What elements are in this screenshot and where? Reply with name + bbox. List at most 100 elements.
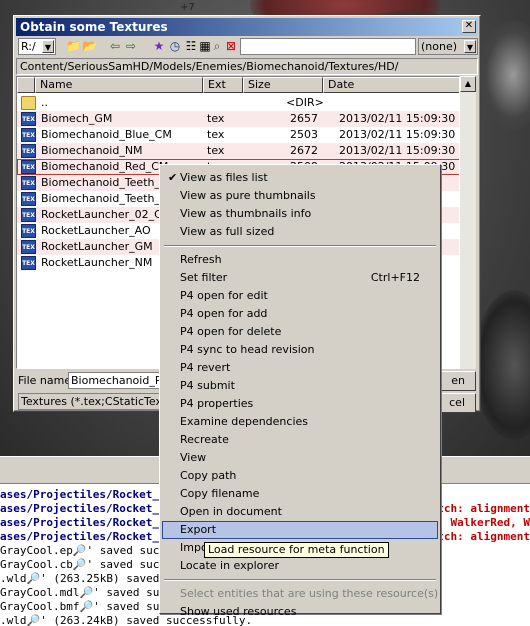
- file-name: ..: [41, 96, 48, 109]
- column-header-size[interactable]: Size: [243, 77, 323, 93]
- log-warning: atch: alignment: [430, 530, 530, 543]
- new-folder-icon[interactable]: 📂: [82, 39, 97, 53]
- menu-item-p4-open-for-edit[interactable]: P4 open for edit: [162, 287, 438, 305]
- menu-item-view-2[interactable]: View as thumbnails info: [162, 205, 438, 223]
- menu-item-refresh[interactable]: Refresh: [162, 251, 438, 269]
- viewport-coordinate: +7: [180, 2, 195, 13]
- chevron-down-icon: ▼: [464, 40, 476, 53]
- dialog-title: Obtain some Textures: [20, 20, 168, 34]
- dir-tag: <DIR>: [286, 96, 324, 109]
- log-line: ases/Projectiles/Rocket_Bio: [0, 530, 179, 543]
- file-row[interactable]: TEX Biomech_GM tex 2657 2013/02/11 15:09:30: [17, 111, 459, 127]
- path-breadcrumb[interactable]: Content/SeriousSamHD/Models/Enemies/Biom…: [16, 58, 478, 75]
- column-header-icon[interactable]: [17, 77, 35, 93]
- menu-item-label: P4 submit: [180, 379, 235, 392]
- texture-file-icon: TEX: [21, 208, 36, 222]
- menu-item-label: P4 revert: [180, 361, 231, 374]
- column-header-date[interactable]: Date: [323, 77, 459, 93]
- menu-item-label: Show used resources: [180, 605, 297, 618]
- scroll-up-arrow-icon[interactable]: ▲: [460, 76, 476, 92]
- menu-item-p4-revert[interactable]: P4 revert: [162, 359, 438, 377]
- log-line: ases/Projectiles/Rocket_Bio: [0, 488, 179, 501]
- menu-item-view-3[interactable]: View as full sized: [162, 223, 438, 241]
- file-date: 2013/02/11 15:09:30: [339, 128, 456, 141]
- menu-item-label: Open in document: [180, 505, 282, 518]
- menu-item-p4-submit[interactable]: P4 submit: [162, 377, 438, 395]
- menu-item-label: P4 properties: [180, 397, 254, 410]
- column-header-ext[interactable]: Ext: [203, 77, 243, 93]
- menu-item-label: View as full sized: [180, 225, 275, 238]
- log-line: ases/Projectiles/Rocket_Bio: [0, 516, 179, 529]
- texture-file-icon: TEX: [21, 144, 36, 158]
- file-name: RocketLauncher_GM: [41, 240, 153, 253]
- menu-item-copy-path[interactable]: Copy path: [162, 467, 438, 485]
- menu-item-view-0[interactable]: ✔ View as files list: [162, 169, 438, 187]
- column-header-name[interactable]: Name: [35, 77, 203, 93]
- favorite-star-icon[interactable]: ★: [152, 39, 166, 53]
- file-name: Biomech_GM: [41, 112, 113, 125]
- menu-item-label: Export: [180, 523, 217, 536]
- texture-file-icon: TEX: [21, 240, 36, 254]
- search-icon[interactable]: ⌕: [210, 39, 224, 53]
- menu-item-open-in-document[interactable]: Open in document: [162, 503, 438, 521]
- check-icon: ✔: [168, 171, 178, 184]
- file-name: RocketLauncher_AO: [41, 224, 151, 237]
- menu-separator: [164, 245, 436, 247]
- menu-item-p4-open-for-add[interactable]: P4 open for add: [162, 305, 438, 323]
- file-ext: tex: [207, 112, 225, 125]
- search-input[interactable]: [240, 38, 416, 55]
- menu-item-export[interactable]: Export: [162, 521, 438, 539]
- menu-item-set-filter[interactable]: Set filter Ctrl+F12: [162, 269, 438, 287]
- drive-select[interactable]: R:/ ▼: [18, 38, 56, 55]
- file-name: Biomechanoid_Teeth_NM: [41, 192, 178, 205]
- file-list-scrollbar[interactable]: ▲: [460, 76, 476, 369]
- menu-item-copy-filename[interactable]: Copy filename: [162, 485, 438, 503]
- menu-item-bottom-0: Select entities that are using these res…: [162, 585, 438, 603]
- folder-icon: [21, 96, 36, 110]
- menu-item-bottom-1[interactable]: Show used resources: [162, 603, 438, 621]
- file-type-select[interactable]: Textures (*.tex;CStaticTextu: [18, 393, 162, 410]
- file-row[interactable]: TEX Biomechanoid_Blue_CM tex 2503 2013/02/11…: [17, 127, 459, 143]
- folder-up-icon[interactable]: 📁: [66, 39, 81, 53]
- menu-item-label: Recreate: [180, 433, 229, 446]
- menu-item-label: View as files list: [180, 171, 268, 184]
- filename-input[interactable]: Biomechanoid_Red: [68, 372, 162, 389]
- menu-item-label: Locate in explorer: [180, 559, 279, 572]
- menu-item-examine-dependencies[interactable]: Examine dependencies: [162, 413, 438, 431]
- file-name: RocketLauncher_NM: [41, 256, 153, 269]
- menu-item-locate-in-explorer[interactable]: Locate in explorer: [162, 557, 438, 575]
- rocket-launcher-mesh: [478, 20, 530, 130]
- texture-file-icon: TEX: [21, 160, 36, 174]
- texture-file-icon: TEX: [21, 224, 36, 238]
- forward-arrow-icon[interactable]: ⇨: [124, 39, 138, 53]
- menu-item-p4-sync-to-head-revision[interactable]: P4 sync to head revision: [162, 341, 438, 359]
- back-arrow-icon[interactable]: ⇦: [108, 39, 122, 53]
- parent-dir-row[interactable]: .. <DIR>: [17, 95, 459, 111]
- menu-item-label: Copy filename: [180, 487, 260, 500]
- filter-select[interactable]: (none) ▼: [418, 38, 478, 55]
- menu-item-label: P4 open for delete: [180, 325, 282, 338]
- chevron-down-icon: ▼: [42, 40, 54, 53]
- menu-item-p4-open-for-delete[interactable]: P4 open for delete: [162, 323, 438, 341]
- file-date: 2013/02/11 15:09:30: [339, 144, 456, 157]
- clear-filter-icon[interactable]: ⊠: [224, 39, 238, 53]
- menu-item-label: View: [180, 451, 207, 464]
- dialog-titlebar[interactable]: Obtain some Textures ✕: [16, 18, 478, 36]
- dialog-toolbar: R:/ ▼ 📁 📂 ⇦ ⇨ ★ ◷ ☷ ▦ ⌕ ⊠ (none) ▼: [16, 38, 478, 56]
- menu-item-p4-properties[interactable]: P4 properties: [162, 395, 438, 413]
- menu-item-label: P4 open for add: [180, 307, 268, 320]
- menu-item-label: Select entities that are using these res…: [180, 587, 439, 600]
- file-size: 2503: [290, 128, 318, 141]
- close-button[interactable]: ✕: [462, 20, 476, 33]
- filename-label: File name:: [18, 374, 75, 387]
- menu-item-recreate[interactable]: Recreate: [162, 431, 438, 449]
- file-ext: tex: [207, 144, 225, 157]
- list-view-icon[interactable]: ☷: [184, 39, 198, 53]
- file-row[interactable]: TEX Biomechanoid_NM tex 2672 2013/02/11 15:0…: [17, 143, 459, 159]
- texture-file-icon: TEX: [21, 112, 36, 126]
- log-warning: atch: alignment: [430, 502, 530, 515]
- filter-value: (none): [421, 40, 458, 53]
- menu-item-view-1[interactable]: View as pure thumbnails: [162, 187, 438, 205]
- menu-item-view[interactable]: View: [162, 449, 438, 467]
- history-clock-icon[interactable]: ◷: [168, 39, 182, 53]
